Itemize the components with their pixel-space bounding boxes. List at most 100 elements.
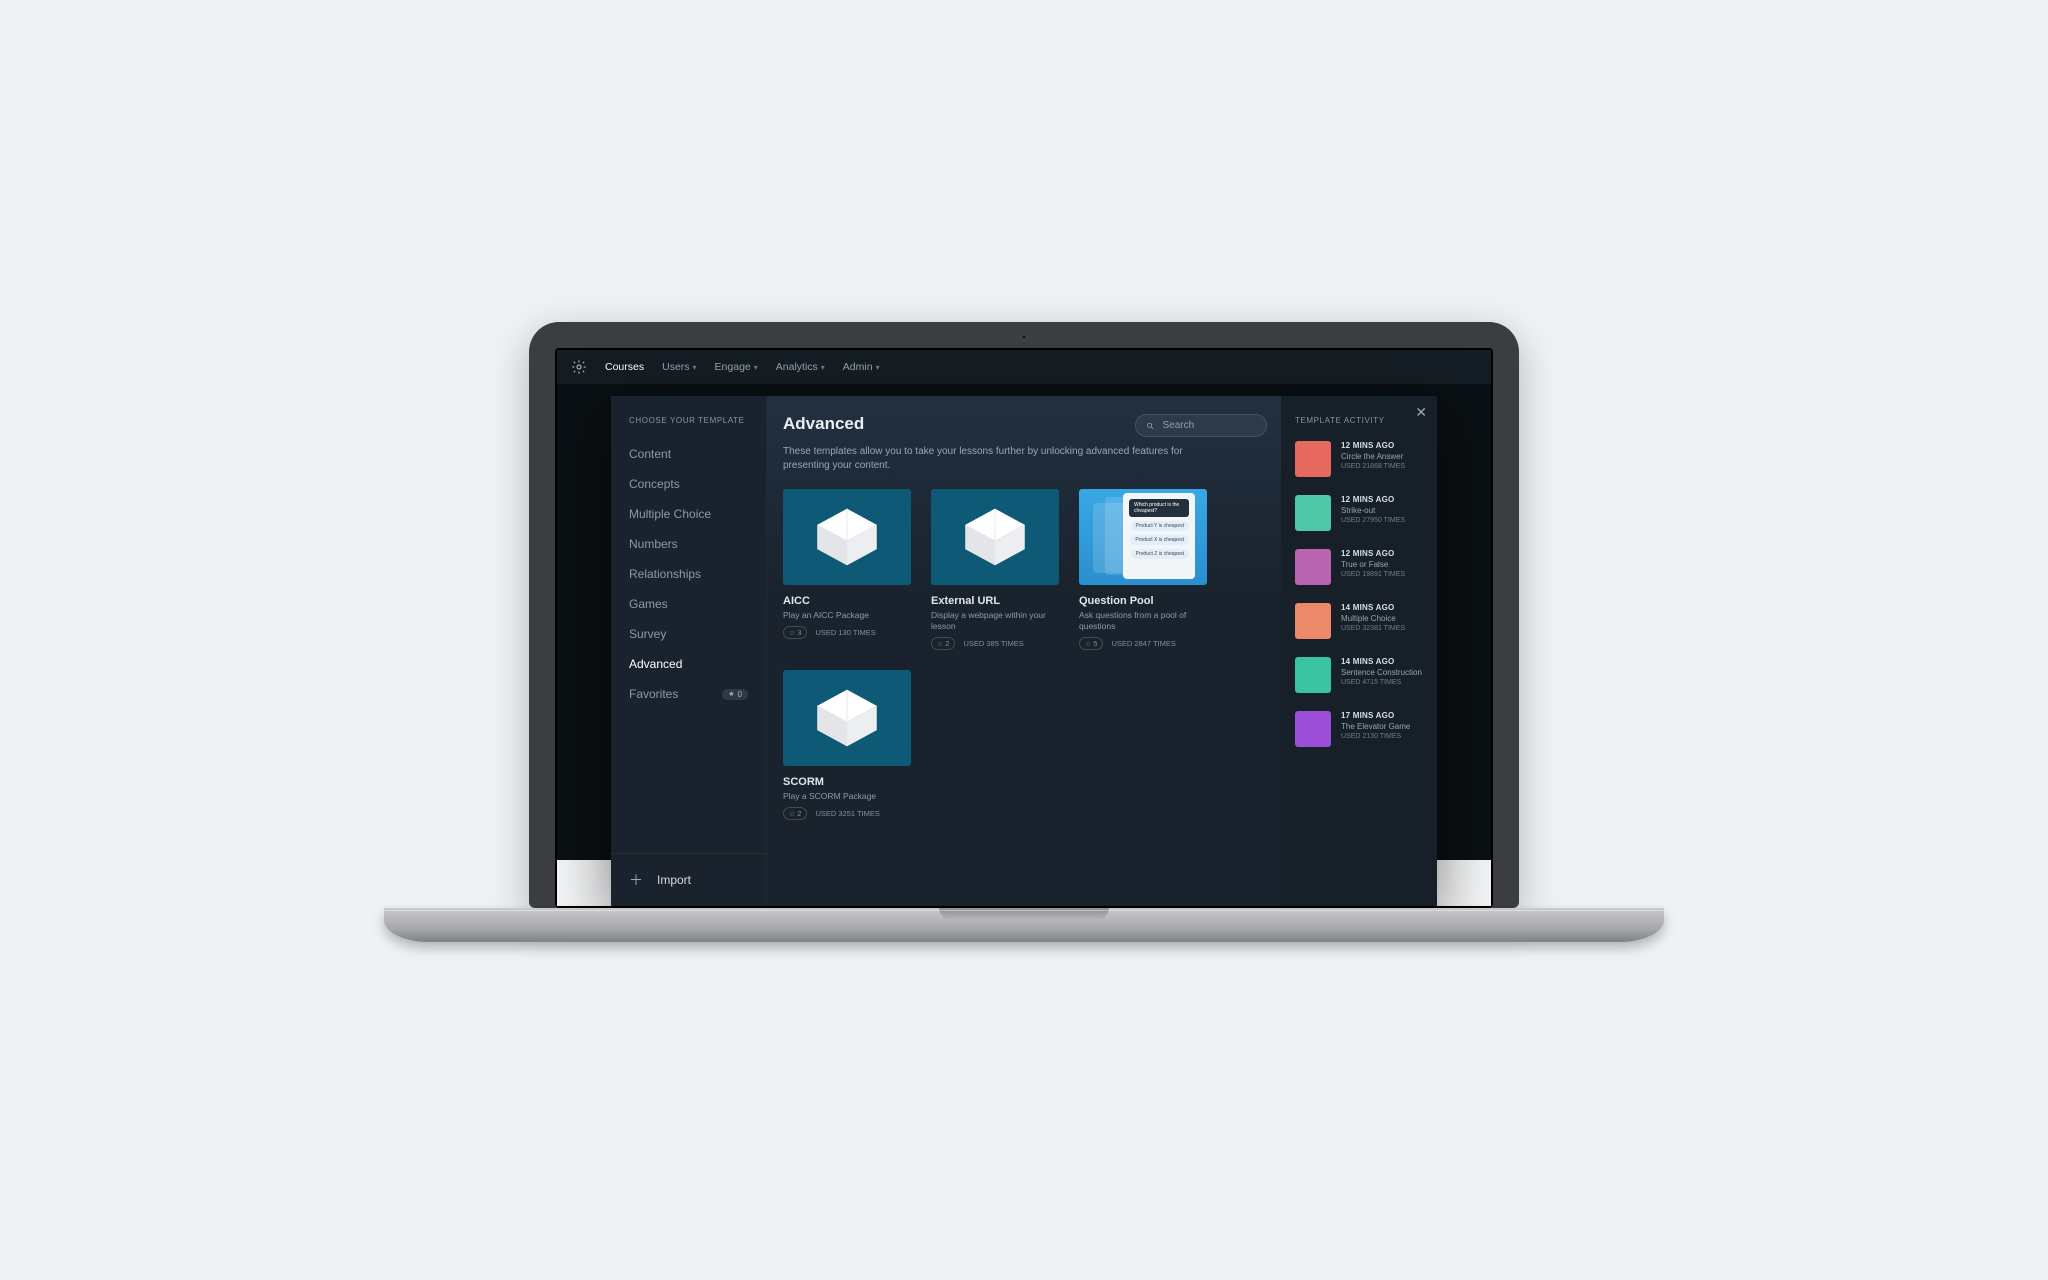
- activity-item[interactable]: 14 MINS AGO Sentence Construction USED 471…: [1295, 657, 1423, 693]
- activity-item[interactable]: 12 MINS AGO Circle the Answer USED 21868 T…: [1295, 441, 1423, 477]
- template-thumbnail[interactable]: [783, 489, 911, 585]
- sidebar-item-favorites[interactable]: Favorites0: [629, 679, 748, 709]
- chevron-down-icon: ▾: [693, 363, 697, 372]
- activity-time: 12 MINS AGO: [1341, 441, 1405, 450]
- activity-title: The Elevator Game: [1341, 722, 1410, 731]
- chevron-down-icon: ▾: [876, 363, 880, 372]
- package-box-icon: [813, 687, 881, 749]
- template-activity-panel: TEMPLATE ACTIVITY 12 MINS AGO Circle the …: [1281, 396, 1437, 906]
- activity-usage: USED 19891 TIMES: [1341, 571, 1405, 578]
- sidebar-item-relationships[interactable]: Relationships: [629, 559, 748, 589]
- nav-analytics[interactable]: Analytics▾: [776, 361, 825, 373]
- template-card-meta: 3 USED 130 TIMES: [783, 626, 911, 639]
- search-input[interactable]: [1163, 420, 1257, 431]
- plus-icon: ＋: [629, 870, 643, 890]
- category-description: These templates allow you to take your l…: [783, 445, 1183, 473]
- favorites-count-badge: 0: [722, 689, 748, 700]
- sidebar-item-content[interactable]: Content: [629, 439, 748, 469]
- activity-time: 12 MINS AGO: [1341, 549, 1405, 558]
- activity-title: Circle the Answer: [1341, 452, 1405, 461]
- activity-thumbnail: [1295, 657, 1331, 693]
- activity-heading: TEMPLATE ACTIVITY: [1295, 416, 1423, 425]
- chevron-down-icon: ▾: [821, 363, 825, 372]
- template-categories-sidebar: CHOOSE YOUR TEMPLATE ContentConceptsMult…: [611, 396, 767, 906]
- activity-usage: USED 21868 TIMES: [1341, 463, 1405, 470]
- activity-time: 17 MINS AGO: [1341, 711, 1410, 720]
- activity-item[interactable]: 14 MINS AGO Multiple Choice USED 32381 TIM…: [1295, 603, 1423, 639]
- search-input-wrap[interactable]: [1135, 414, 1267, 437]
- activity-title: True or False: [1341, 560, 1405, 569]
- template-card-grid: AICC Play an AICC Package 3 USED 130 TIMES E…: [783, 489, 1267, 820]
- activity-thumbnail: [1295, 495, 1331, 531]
- search-icon: [1146, 421, 1155, 431]
- activity-title: Sentence Construction: [1341, 668, 1422, 677]
- package-box-icon: [813, 506, 881, 568]
- activity-usage: USED 2130 TIMES: [1341, 733, 1410, 740]
- camera-dot: [1021, 334, 1027, 340]
- activity-title: Strike-out: [1341, 506, 1405, 515]
- activity-usage: USED 32381 TIMES: [1341, 625, 1405, 632]
- activity-usage: USED 27950 TIMES: [1341, 517, 1405, 524]
- activity-time: 14 MINS AGO: [1341, 657, 1422, 666]
- activity-thumbnail: [1295, 549, 1331, 585]
- template-thumbnail[interactable]: Which product is the cheapest? Product Y…: [1079, 489, 1207, 585]
- star-rating-badge[interactable]: 2: [931, 637, 955, 650]
- package-box-icon: [961, 506, 1029, 568]
- activity-usage: USED 4715 TIMES: [1341, 679, 1422, 686]
- template-card-meta: 2 USED 385 TIMES: [931, 637, 1059, 650]
- top-nav: Courses Users▾ Engage▾ Analytics▾ Admin▾: [557, 350, 1491, 384]
- star-rating-badge[interactable]: 2: [783, 807, 807, 820]
- template-card: SCORMPlay a SCORM Package2USED 3251 TIME…: [783, 670, 911, 820]
- nav-courses[interactable]: Courses: [605, 361, 644, 373]
- sidebar-item-games[interactable]: Games: [629, 589, 748, 619]
- sidebar-item-multiple-choice[interactable]: Multiple Choice: [629, 499, 748, 529]
- laptop-base: [384, 908, 1664, 942]
- usage-count: USED 385 TIMES: [963, 639, 1023, 648]
- sidebar-item-numbers[interactable]: Numbers: [629, 529, 748, 559]
- usage-count: USED 130 TIMES: [815, 628, 875, 637]
- template-list-main: Advanced These templates allow you to ta…: [767, 396, 1281, 906]
- nav-users[interactable]: Users▾: [662, 361, 696, 373]
- usage-count: USED 2847 TIMES: [1111, 639, 1175, 648]
- nav-engage[interactable]: Engage▾: [715, 361, 758, 373]
- template-card-meta: 5 USED 2847 TIMES: [1079, 637, 1207, 650]
- app-screen: Courses Users▾ Engage▾ Analytics▾ Admin▾…: [557, 350, 1491, 906]
- activity-time: 12 MINS AGO: [1341, 495, 1405, 504]
- chevron-down-icon: ▾: [754, 363, 758, 372]
- category-title: Advanced: [783, 414, 864, 434]
- laptop-mockup: Courses Users▾ Engage▾ Analytics▾ Admin▾…: [529, 322, 1519, 958]
- sidebar-item-concepts[interactable]: Concepts: [629, 469, 748, 499]
- star-rating-badge[interactable]: 5: [1079, 637, 1103, 650]
- activity-time: 14 MINS AGO: [1341, 603, 1405, 612]
- star-rating-badge[interactable]: 3: [783, 626, 807, 639]
- import-button[interactable]: ＋ Import: [611, 853, 766, 906]
- usage-count: USED 3251 TIMES: [815, 809, 879, 818]
- close-icon[interactable]: ✕: [1415, 404, 1427, 421]
- template-card: External URLDisplay a webpage within you…: [931, 489, 1059, 650]
- sidebar-item-survey[interactable]: Survey: [629, 619, 748, 649]
- template-card: Which product is the cheapest? Product Y…: [1079, 489, 1207, 650]
- template-thumbnail[interactable]: [931, 489, 1059, 585]
- template-card-desc: Play an AICC Package: [783, 610, 911, 621]
- template-card-desc: Ask questions from a pool of questions: [1079, 610, 1207, 632]
- template-card: AICC Play an AICC Package 3 USED 130 TIMES: [783, 489, 911, 650]
- activity-item[interactable]: 12 MINS AGO Strike-out USED 27950 TIMES: [1295, 495, 1423, 531]
- sidebar-heading: CHOOSE YOUR TEMPLATE: [629, 416, 748, 425]
- activity-item[interactable]: 17 MINS AGO The Elevator Game USED 2130 TI…: [1295, 711, 1423, 747]
- template-card-meta: 2 USED 3251 TIMES: [783, 807, 911, 820]
- template-card-desc: Play a SCORM Package: [783, 791, 911, 802]
- import-label: Import: [657, 873, 691, 887]
- activity-item[interactable]: 12 MINS AGO True or False USED 19891 TIMES: [1295, 549, 1423, 585]
- template-card-title: AICC: [783, 595, 911, 607]
- template-picker-modal: ✕ CHOOSE YOUR TEMPLATE ContentConceptsMu…: [611, 396, 1437, 906]
- template-thumbnail[interactable]: [783, 670, 911, 766]
- activity-thumbnail: [1295, 441, 1331, 477]
- activity-thumbnail: [1295, 711, 1331, 747]
- activity-thumbnail: [1295, 603, 1331, 639]
- nav-admin[interactable]: Admin▾: [843, 361, 880, 373]
- brand-gear-icon: [571, 359, 587, 375]
- activity-title: Multiple Choice: [1341, 614, 1405, 623]
- template-card-title: Question Pool: [1079, 595, 1207, 607]
- sidebar-item-advanced[interactable]: Advanced: [629, 649, 748, 679]
- template-card-title: External URL: [931, 595, 1059, 607]
